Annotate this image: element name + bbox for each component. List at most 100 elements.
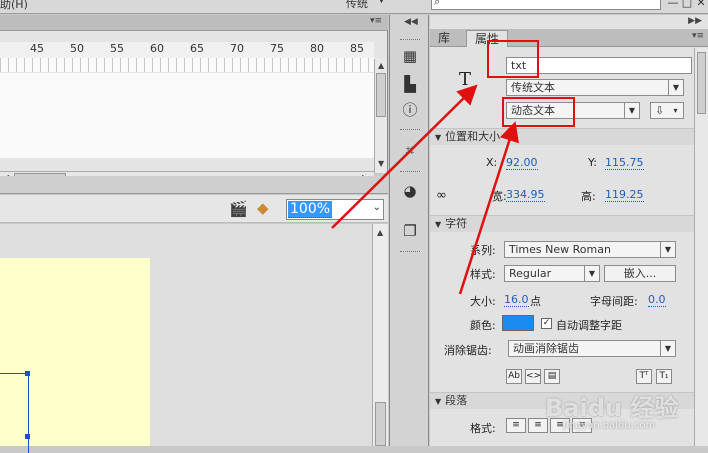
auto-kern-checkbox[interactable]: ✓ — [541, 318, 552, 329]
ruler-number: 80 — [310, 42, 324, 55]
panel-menu-icon[interactable]: ▾≡ — [692, 31, 704, 41]
scroll-thumb[interactable] — [697, 52, 706, 114]
section-title: 段落 — [445, 394, 468, 407]
panel-menu-icon[interactable]: ▾≡ — [370, 16, 382, 26]
height-label: 高: — [581, 190, 596, 203]
collapse-caret-icon[interactable]: ▼ — [435, 220, 441, 229]
watermark-text: Baidu 经验 — [545, 394, 679, 422]
text-orientation-select[interactable]: ⇩ ▾ — [650, 102, 684, 119]
minimize-button[interactable]: — — [666, 0, 680, 10]
timeline-header: ▾≡ — [0, 15, 388, 31]
chevron-down-icon[interactable]: ▼ — [660, 341, 675, 356]
swatches-grid-icon[interactable]: ▦ — [399, 45, 421, 67]
zoom-select[interactable]: 100% ⌄ — [286, 199, 384, 220]
chevron-down-icon[interactable]: ▼ — [378, 0, 385, 5]
ruler-number: 65 — [190, 42, 204, 55]
chevron-down-icon[interactable]: ▼ — [624, 103, 639, 118]
edit-symbol-icon[interactable]: ◆ — [257, 199, 269, 217]
help-search-input[interactable]: ⌕ — [431, 0, 661, 10]
letter-spacing-value[interactable]: 0.0 — [648, 293, 666, 307]
timeline-panel: ▾≡ 45 50 55 60 65 70 75 80 85 ▲ ▼ ◀ ▶ — [0, 15, 388, 184]
resize-handle[interactable] — [25, 434, 30, 439]
letter-spacing-label: 字母间距: — [590, 295, 638, 308]
scroll-thumb[interactable] — [375, 402, 386, 446]
help-menu[interactable]: 助(H) — [0, 0, 28, 12]
frames-area[interactable] — [0, 73, 374, 158]
collapse-arrows-icon[interactable]: ◀◀ — [404, 17, 418, 27]
drag-grip[interactable] — [400, 171, 420, 174]
align-left-button[interactable]: ≡ — [506, 418, 526, 433]
section-character[interactable]: ▼ 字符 — [430, 215, 694, 232]
collapse-caret-icon[interactable]: ▼ — [435, 397, 441, 406]
edit-scene-icon[interactable]: 🎬 — [229, 200, 248, 218]
font-style-select[interactable]: Regular ▼ — [504, 265, 600, 282]
resize-handle[interactable] — [25, 371, 30, 376]
ruler-number: 60 — [150, 42, 164, 55]
auto-kern-label: 自动调整字距 — [556, 319, 622, 332]
scroll-up-icon[interactable]: ▲ — [378, 61, 384, 70]
size-value[interactable]: 16.0 — [504, 293, 529, 307]
text-color-swatch[interactable] — [502, 315, 534, 331]
watermark-url: jingyan.baidu.com — [563, 420, 656, 431]
ruler-number: 55 — [110, 42, 124, 55]
drag-grip[interactable] — [400, 39, 420, 42]
collapse-caret-icon[interactable]: ▼ — [435, 133, 441, 142]
color-icon[interactable]: ◕ — [399, 180, 421, 202]
text-engine-value: 传统文本 — [511, 81, 555, 94]
size-unit: 点 — [530, 295, 541, 308]
align-icon[interactable]: ▙ — [399, 73, 421, 95]
selected-text-field-outline[interactable] — [0, 371, 30, 453]
antialias-select[interactable]: 动画消除锯齿 ▼ — [508, 340, 676, 357]
restore-button[interactable]: □ — [680, 0, 694, 10]
info-icon[interactable]: ⓘ — [399, 99, 421, 121]
family-label: 系列: — [470, 244, 496, 257]
zoom-value: 100% — [288, 201, 333, 218]
scroll-down-icon[interactable]: ▼ — [378, 159, 384, 168]
tab-library[interactable]: 库 — [430, 30, 458, 47]
components-icon[interactable]: ❐ — [399, 220, 421, 242]
frame-ruler[interactable]: 45 50 55 60 65 70 75 80 85 — [0, 42, 374, 72]
chevron-down-icon[interactable]: ▼ — [660, 242, 675, 257]
x-value[interactable]: 92.00 — [506, 156, 538, 170]
width-label: 宽: — [492, 190, 507, 203]
font-family-select[interactable]: Times New Roman ▼ — [504, 241, 676, 258]
antialias-label: 消除锯齿: — [444, 344, 492, 357]
stage-header — [0, 176, 388, 194]
ruler-number: 75 — [270, 42, 284, 55]
text-engine-select[interactable]: 传统文本 ▼ — [506, 79, 684, 96]
panel-tabs: 库 属性 ▾≡ — [430, 29, 708, 47]
width-value[interactable]: 334.95 — [506, 188, 545, 202]
frame-cells[interactable] — [0, 58, 374, 72]
style-label: 样式: — [470, 268, 496, 281]
chevron-down-icon[interactable]: ▼ — [584, 266, 599, 281]
render-html-button[interactable]: <> — [525, 369, 541, 384]
chevron-down-icon[interactable]: ⌄ — [373, 202, 381, 213]
format-label: 格式: — [470, 422, 496, 435]
stage-vertical-scrollbar[interactable]: ▲ — [372, 224, 388, 446]
ruler-number: 45 — [30, 42, 44, 55]
section-position-size[interactable]: ▼ 位置和大小 — [430, 128, 694, 145]
collapse-arrows-icon[interactable]: ▶▶ — [688, 16, 702, 26]
embed-button[interactable]: 嵌入... — [604, 265, 676, 282]
chevron-down-icon[interactable]: ▾ — [668, 103, 683, 118]
height-value[interactable]: 119.25 — [605, 188, 644, 202]
ruler-number: 50 — [70, 42, 84, 55]
chevron-down-icon[interactable]: ▼ — [668, 80, 683, 95]
transform-icon[interactable]: ⌗ — [399, 139, 421, 161]
font-family-value: Times New Roman — [509, 243, 611, 256]
close-button[interactable]: ✕ — [694, 0, 708, 10]
search-icon: ⌕ — [434, 0, 441, 8]
drag-grip[interactable] — [400, 129, 420, 132]
link-icon[interactable]: ∞ — [436, 188, 447, 203]
y-value[interactable]: 115.75 — [605, 156, 644, 170]
scroll-thumb[interactable] — [376, 73, 386, 117]
ruler-number: 70 — [230, 42, 244, 55]
top-menu-bar: 助(H) 传统 ▼ ⌕ — □ ✕ — [0, 0, 708, 14]
timeline-vertical-scrollbar[interactable]: ▲ ▼ — [374, 59, 387, 173]
ruler-number: 85 — [350, 42, 364, 55]
selectable-text-button[interactable]: Ab — [506, 369, 522, 384]
drag-grip[interactable] — [400, 251, 420, 254]
scroll-up-icon[interactable]: ▲ — [377, 228, 383, 237]
baidu-watermark: Baidu 经验 jingyan.baidu.com — [545, 380, 705, 440]
workspace-switcher[interactable]: 传统 — [346, 0, 368, 11]
